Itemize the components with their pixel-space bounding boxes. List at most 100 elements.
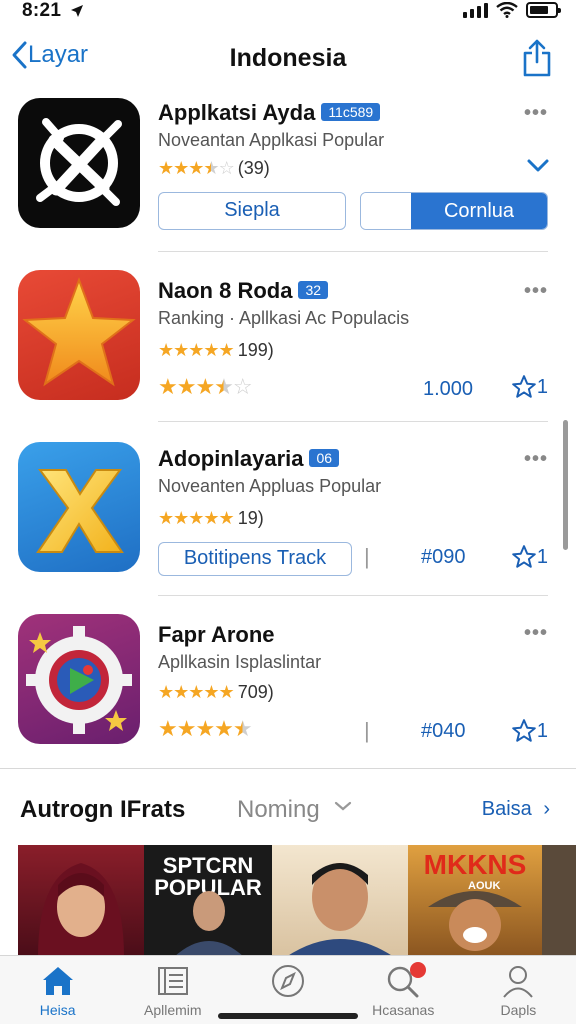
- app-logo-icon: [36, 118, 122, 206]
- favorite-button[interactable]: 1: [511, 718, 548, 744]
- secondary-rating-stars: ★★★★☆: [158, 374, 253, 399]
- poster-card[interactable]: SPTCRN POPULAR: [144, 845, 272, 957]
- app-metric: 1.000: [423, 378, 474, 400]
- more-icon[interactable]: •••: [524, 102, 548, 125]
- favorite-count: 1: [536, 375, 548, 398]
- rating: ★★★★☆ (39): [158, 158, 270, 179]
- app-icon[interactable]: [18, 270, 140, 400]
- rating-count: 19): [237, 508, 264, 528]
- notification-badge: [410, 962, 427, 978]
- status-indicators: [463, 2, 561, 18]
- track-button[interactable]: Botitipens Track: [158, 542, 352, 576]
- favorite-button[interactable]: 1: [511, 374, 548, 400]
- get-button[interactable]: Cornlua: [360, 192, 548, 230]
- app-name-text: Fapr Arone: [158, 622, 275, 647]
- cellular-signal-icon: [463, 2, 488, 18]
- get-button-label: Cornlua: [411, 193, 547, 229]
- tab-home[interactable]: Heisa: [0, 956, 115, 1024]
- app-badge: 11c589: [321, 103, 381, 121]
- poster-card[interactable]: [542, 845, 576, 957]
- poster-card[interactable]: MKKNS AOUK: [408, 845, 542, 957]
- tab-label: Dapls: [500, 1002, 537, 1018]
- app-name[interactable]: Applkatsi Ayda 11c589: [158, 100, 381, 126]
- list-item[interactable]: Naon 8 Roda 32 ••• Ranking · Apllkasi Ac …: [0, 262, 576, 422]
- section-title: Autrogn IFrats: [20, 796, 186, 823]
- battery-icon: [526, 2, 561, 18]
- poster-card[interactable]: [18, 845, 144, 957]
- section-filter[interactable]: Noming: [237, 796, 354, 824]
- tab-label: Apllemim: [144, 1002, 202, 1018]
- rating-count: 709): [237, 682, 274, 702]
- poster-carousel[interactable]: SPTCRN POPULAR MKKNS AOUK: [18, 845, 576, 957]
- poster-card[interactable]: [272, 845, 408, 957]
- app-badge: 06: [309, 449, 340, 467]
- app-subtitle: Noveantan Applkasi Popular: [158, 130, 385, 150]
- location-arrow-icon: [71, 5, 83, 17]
- scroll-indicator[interactable]: [563, 420, 568, 550]
- app-name-text: Adopinlayaria: [158, 446, 304, 471]
- rating-stars: ★★★★★: [158, 682, 235, 702]
- separator: |: [364, 718, 370, 743]
- see-all-link[interactable]: Baisa ›: [482, 798, 550, 821]
- rating-count: 199): [237, 340, 274, 360]
- tab-label: Hcasanas: [372, 1002, 435, 1018]
- get-button-left: [361, 193, 411, 229]
- section-divider: [0, 768, 576, 769]
- chevron-right-icon: ›: [543, 798, 550, 820]
- favorite-count: 1: [536, 545, 548, 568]
- more-icon[interactable]: •••: [524, 622, 548, 645]
- divider: [158, 421, 548, 422]
- more-icon[interactable]: •••: [524, 280, 548, 303]
- favorite-button[interactable]: 1: [511, 544, 548, 570]
- rating-stars: ★★★★★: [158, 508, 235, 528]
- share-icon[interactable]: [520, 38, 554, 78]
- rating-count: (39): [237, 158, 270, 178]
- star-outline-icon: [512, 375, 536, 398]
- rating: ★★★★★ 19): [158, 508, 264, 529]
- primary-action-button[interactable]: Siepla: [158, 192, 346, 230]
- portrait-laughing-man-image: [428, 891, 522, 951]
- secondary-rating: ★★★★☆: [158, 374, 256, 400]
- portrait-man-image: [286, 863, 394, 957]
- status-time: 8:21: [22, 0, 62, 21]
- app-name[interactable]: Fapr Arone: [158, 622, 275, 648]
- app-icon[interactable]: [18, 442, 140, 572]
- app-name[interactable]: Naon 8 Roda 32: [158, 278, 329, 304]
- x-logo-icon: [36, 469, 124, 553]
- see-all-label: Baisa: [481, 798, 532, 820]
- app-name-text: Naon 8 Roda: [158, 278, 293, 303]
- favorite-count: 1: [536, 719, 548, 742]
- poster-title: MKKNS: [423, 849, 527, 880]
- list-item[interactable]: Fapr Arone ••• Apllkasin Isplaslintar ★★…: [0, 606, 576, 756]
- secondary-rating-stars: ★★★★★: [158, 716, 253, 741]
- tab-apps[interactable]: Apllemim: [115, 956, 230, 1024]
- star-outline-icon: [512, 545, 536, 568]
- star-logo-icon: [22, 277, 136, 387]
- rating-stars: ★★★★★: [158, 340, 235, 360]
- app-subtitle: Ranking · Apllkasi Ac Populacis: [158, 308, 410, 328]
- status-bar: 8:21: [0, 0, 576, 26]
- chevron-down-icon: [335, 801, 352, 811]
- app-icon[interactable]: [18, 98, 140, 228]
- app-metric: #040: [421, 720, 466, 742]
- compass-icon: [272, 965, 304, 997]
- more-icon[interactable]: •••: [524, 448, 548, 471]
- app-name[interactable]: Adopinlayaria 06: [158, 446, 340, 472]
- app-icon[interactable]: [18, 614, 140, 744]
- rating: ★★★★★ 199): [158, 340, 274, 361]
- list-item[interactable]: Adopinlayaria 06 ••• Noveanten Appluas Po…: [0, 432, 576, 596]
- home-icon: [42, 967, 73, 995]
- wifi-icon: [496, 2, 518, 18]
- star-outline-icon: [512, 719, 536, 742]
- chevron-down-icon[interactable]: [526, 158, 550, 174]
- page-title: Indonesia: [229, 44, 347, 72]
- rating-stars: ★★★★☆: [158, 158, 235, 178]
- tab-profile[interactable]: Dapls: [461, 956, 576, 1024]
- list-item[interactable]: Applkatsi Ayda 11c589 ••• Noveantan Applk…: [0, 96, 576, 252]
- divider: [158, 251, 548, 252]
- tab-search[interactable]: Hcasanas: [346, 956, 461, 1024]
- gear-play-logo-icon: [26, 626, 132, 734]
- portrait-man-image: [174, 891, 244, 957]
- app-metric: #090: [421, 546, 466, 568]
- app-name-text: Applkatsi Ayda: [158, 100, 316, 125]
